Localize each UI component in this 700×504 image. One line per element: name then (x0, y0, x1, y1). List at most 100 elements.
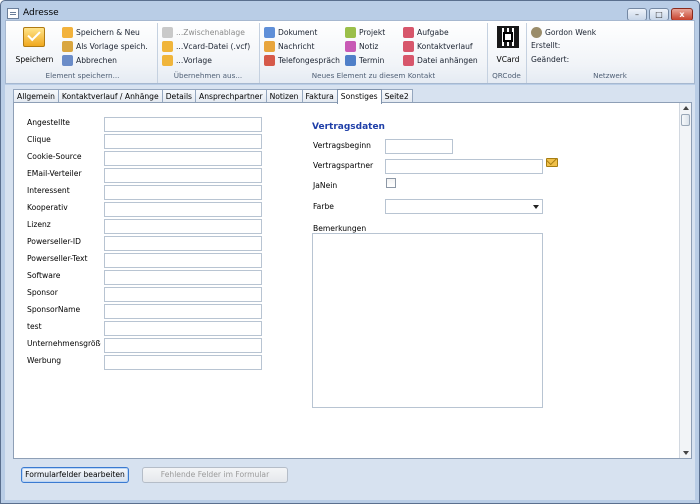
save-big-button[interactable]: Speichern (12, 25, 57, 67)
field-label: SponsorName (27, 305, 81, 314)
save-template-label: Als Vorlage speich. (76, 42, 148, 51)
tab-allgemein[interactable]: Allgemein (13, 89, 59, 103)
vcard-qr-button[interactable]: VCard (490, 25, 526, 67)
message-icon (264, 41, 275, 52)
software-input[interactable] (104, 270, 262, 285)
from-clipboard-button[interactable]: ...Zwischenablage (162, 27, 245, 38)
save-and-new-label: Speichern & Neu (76, 28, 140, 37)
new-appointment-button[interactable]: Termin (345, 55, 384, 66)
new-history-label: Kontaktverlauf (417, 42, 473, 51)
envelope-icon[interactable] (546, 158, 558, 167)
document-icon (264, 27, 275, 38)
user-icon (531, 27, 542, 38)
tab-kontaktverlauf[interactable]: Kontaktverlauf / Anhänge (57, 89, 163, 103)
sponsor-input[interactable] (104, 287, 262, 302)
fehlende-felder-button[interactable]: Fehlende Felder im Formular (142, 467, 288, 483)
cancel-button[interactable]: Abbrechen (62, 55, 117, 66)
ribbon: Speichern Speichern & Neu Als Vorlage sp… (5, 20, 695, 84)
save-new-icon (62, 27, 73, 38)
from-clipboard-label: ...Zwischenablage (176, 28, 245, 37)
note-icon (345, 41, 356, 52)
vertragspartner-label: Vertragspartner (313, 161, 374, 170)
folder-icon (162, 41, 173, 52)
field-label: test (27, 322, 42, 331)
interessent-input[interactable] (104, 185, 262, 200)
calendar-icon (345, 55, 356, 66)
tab-seite2[interactable]: Seite2 (380, 89, 413, 103)
new-task-button[interactable]: Aufgabe (403, 27, 449, 38)
new-project-button[interactable]: Projekt (345, 27, 385, 38)
janein-label: JaNein (313, 181, 338, 190)
save-and-new-button[interactable]: Speichern & Neu (62, 27, 140, 38)
tab-ansprechpartner[interactable]: Ansprechpartner (195, 89, 267, 103)
vertragsdaten-title: Vertragsdaten (312, 122, 385, 132)
network-user-button[interactable]: Gordon Wenk (531, 27, 596, 38)
new-history-button[interactable]: Kontaktverlauf (403, 41, 473, 52)
new-note-label: Notiz (359, 42, 379, 51)
scroll-thumb[interactable] (681, 114, 690, 126)
content-area: Allgemein Kontaktverlauf / Anhänge Detai… (5, 85, 695, 500)
janein-checkbox[interactable] (386, 178, 396, 188)
save-template-button[interactable]: Als Vorlage speich. (62, 41, 148, 52)
window-title: Adresse (23, 8, 59, 18)
lizenz-input[interactable] (104, 219, 262, 234)
from-template-button[interactable]: ...Vorlage (162, 55, 212, 66)
attach-file-button[interactable]: Datei anhängen (403, 55, 478, 66)
farbe-select[interactable] (385, 199, 543, 214)
bemerkungen-textarea[interactable] (312, 233, 543, 408)
cancel-label: Abbrechen (76, 56, 117, 65)
folder-icon (162, 55, 173, 66)
group-label-uebernehmen: Übernehmen aus... (173, 71, 243, 80)
clipboard-icon (162, 27, 173, 38)
vertragspartner-input[interactable] (385, 159, 543, 174)
werbung-input[interactable] (104, 355, 262, 370)
field-label: Kooperativ (27, 203, 68, 212)
tab-details[interactable]: Details (161, 89, 197, 103)
tab-faktura[interactable]: Faktura (301, 89, 338, 103)
history-icon (403, 41, 414, 52)
unternehmensgroesse-input[interactable] (104, 338, 262, 353)
from-vcard-label: ...Vcard-Datei (.vcf) (176, 42, 251, 51)
attach-icon (403, 55, 414, 66)
group-label-netzwerk: Netzwerk (593, 71, 627, 80)
from-vcard-button[interactable]: ...Vcard-Datei (.vcf) (162, 41, 250, 52)
scroll-up-icon[interactable] (683, 106, 689, 110)
cancel-icon (62, 55, 73, 66)
kooperativ-input[interactable] (104, 202, 262, 217)
angestellte-input[interactable] (104, 117, 262, 132)
new-document-label: Dokument (278, 28, 318, 37)
new-project-label: Projekt (359, 28, 386, 37)
cookie-source-input[interactable] (104, 151, 262, 166)
new-appointment-label: Termin (359, 56, 385, 65)
clique-input[interactable] (104, 134, 262, 149)
powerseller-id-input[interactable] (104, 236, 262, 251)
field-label: Software (27, 271, 61, 280)
tab-notizen[interactable]: Notizen (265, 89, 303, 103)
tab-sonstiges[interactable]: Sonstiges (336, 89, 382, 104)
formularfelder-bearbeiten-button[interactable]: Formularfelder bearbeiten (21, 467, 129, 483)
new-document-button[interactable]: Dokument (264, 27, 317, 38)
field-label: Powerseller-ID (27, 237, 81, 246)
template-icon (62, 41, 73, 52)
new-message-button[interactable]: Nachricht (264, 41, 315, 52)
email-verteiler-input[interactable] (104, 168, 262, 183)
vertical-scrollbar[interactable] (679, 103, 691, 458)
field-label: Interessent (27, 186, 70, 195)
project-icon (345, 27, 356, 38)
tab-strip: Allgemein Kontaktverlauf / Anhänge Detai… (13, 89, 413, 104)
vertragsbeginn-input[interactable] (385, 139, 453, 154)
scroll-down-icon[interactable] (683, 451, 689, 455)
powerseller-text-input[interactable] (104, 253, 262, 268)
task-icon (403, 27, 414, 38)
vertragsbeginn-label: Vertragsbeginn (313, 141, 371, 150)
sponsorname-input[interactable] (104, 304, 262, 319)
created-label: Erstellt: (531, 41, 561, 50)
new-note-button[interactable]: Notiz (345, 41, 378, 52)
test-input[interactable] (104, 321, 262, 336)
group-label-qrcode: QRCode (492, 71, 521, 80)
farbe-label: Farbe (313, 202, 334, 211)
network-user-label: Gordon Wenk (545, 28, 597, 37)
field-label: Lizenz (27, 220, 51, 229)
new-phonecall-button[interactable]: Telefongespräch (264, 55, 340, 66)
phone-icon (264, 55, 275, 66)
